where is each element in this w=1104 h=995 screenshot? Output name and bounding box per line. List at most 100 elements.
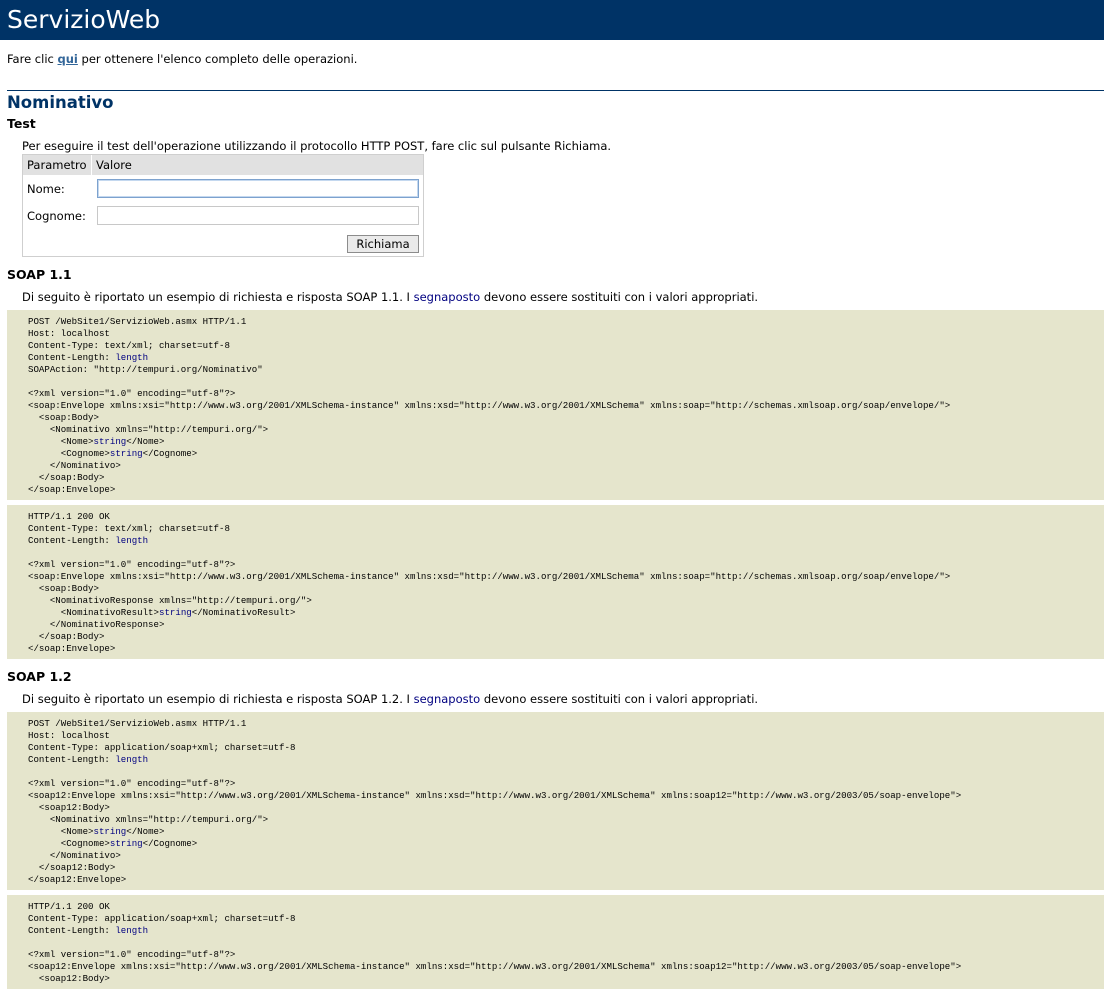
code-text: </Nome> <box>126 826 165 837</box>
test-heading: Test <box>7 116 36 131</box>
code-text: </soap:Envelope> <box>28 484 116 495</box>
code-line: <soap:Envelope xmlns:xsi="http://www.w3.… <box>28 400 950 411</box>
code-line: <soap12:Body> <box>28 802 110 813</box>
invoke-button[interactable]: Richiama <box>347 235 419 253</box>
service-title: ServizioWeb <box>7 5 161 34</box>
code-text: <soap12:Body> <box>28 973 110 984</box>
code-text: <Nome> <box>28 826 94 837</box>
code-text: Host: localhost <box>28 730 110 741</box>
soap11-heading: SOAP 1.1 <box>7 267 72 282</box>
soap11-description: Di seguito è riportato un esempio di ric… <box>22 290 759 304</box>
code-line: <Nome>string</Nome> <box>28 826 165 837</box>
code-text: Content-Type: text/xml; charset=utf-8 <box>28 523 230 534</box>
code-text: <soap:Body> <box>28 583 99 594</box>
code-line: <Cognome>string</Cognome> <box>28 838 197 849</box>
code-line: Content-Length: length <box>28 925 148 936</box>
code-text: </Nome> <box>126 436 165 447</box>
operation-title: Nominativo <box>7 93 114 112</box>
code-placeholder: string <box>109 448 143 459</box>
code-text: Content-Length: <box>28 754 116 765</box>
code-line: Content-Type: application/soap+xml; char… <box>28 913 295 924</box>
code-text: Content-Length: <box>28 352 116 363</box>
code-line: </soap:Envelope> <box>28 643 115 654</box>
code-line: <soap12:Body> <box>28 973 110 984</box>
code-line: <soap:Envelope xmlns:xsi="http://www.w3.… <box>28 571 950 582</box>
code-line: </soap:Envelope> <box>28 484 115 495</box>
operations-list-link[interactable]: qui <box>58 52 78 66</box>
code-text: <Cognome> <box>28 838 110 849</box>
code-line: </Nominativo> <box>28 460 121 471</box>
code-placeholder: length <box>115 535 149 546</box>
code-text: <?xml version="1.0" encoding="utf-8"?> <box>28 949 236 960</box>
code-line: <?xml version="1.0" encoding="utf-8"?> <box>28 949 235 960</box>
nome-label: Nome: <box>27 182 65 196</box>
code-text: <NominativoResponse xmlns="http://tempur… <box>28 595 312 606</box>
code-text: <Cognome> <box>28 448 110 459</box>
code-placeholder: string <box>158 607 192 618</box>
code-text: Content-Length: <box>28 535 116 546</box>
code-text: <soap12:Envelope xmlns:xsi="http://www.w… <box>28 790 962 801</box>
code-text: HTTP/1.1 200 OK <box>28 511 110 522</box>
code-text: <soap:Envelope xmlns:xsi="http://www.w3.… <box>28 571 951 582</box>
code-line: Content-Length: length <box>28 754 148 765</box>
code-text: </Cognome> <box>142 838 198 849</box>
code-text: <Nominativo xmlns="http://tempuri.org/"> <box>28 814 269 825</box>
code-text: <Nominativo xmlns="http://tempuri.org/"> <box>28 424 269 435</box>
placeholder-word: segnaposto <box>413 692 481 706</box>
nome-input[interactable] <box>97 179 419 198</box>
code-line: Content-Type: text/xml; charset=utf-8 <box>28 523 230 534</box>
code-line: Content-Type: application/soap+xml; char… <box>28 742 295 753</box>
code-line: <soap12:Envelope xmlns:xsi="http://www.w… <box>28 961 961 972</box>
code-line: </soap12:Body> <box>28 862 115 873</box>
intro-text: Fare clic qui per ottenere l'elenco comp… <box>7 52 358 66</box>
main-content: Fare clic qui per ottenere l'elenco comp… <box>0 40 1104 989</box>
code-line: <Nominativo xmlns="http://tempuri.org/"> <box>28 424 268 435</box>
code-line: </soap:Body> <box>28 472 105 483</box>
code-line: <Nominativo xmlns="http://tempuri.org/"> <box>28 814 268 825</box>
code-line: </Nominativo> <box>28 850 121 861</box>
code-text: Content-Type: application/soap+xml; char… <box>28 742 296 753</box>
code-text: SOAPAction: "http://tempuri.org/Nominati… <box>28 364 263 375</box>
code-text: </soap:Body> <box>28 631 105 642</box>
code-line: <NominativoResult>string</NominativoResu… <box>28 607 296 618</box>
code-text: POST /WebSite1/ServizioWeb.asmx HTTP/1.1 <box>28 316 247 327</box>
code-line: <soap:Body> <box>28 583 99 594</box>
code-placeholder: string <box>109 838 143 849</box>
soap11-request-sample: POST /WebSite1/ServizioWeb.asmx HTTP/1.1… <box>7 310 1104 500</box>
code-text: <?xml version="1.0" encoding="utf-8"?> <box>28 778 236 789</box>
code-text: Host: localhost <box>28 328 110 339</box>
code-line: SOAPAction: "http://tempuri.org/Nominati… <box>28 364 263 375</box>
code-line: Content-Length: length <box>28 535 148 546</box>
cognome-input[interactable] <box>97 206 419 225</box>
code-text: </soap12:Envelope> <box>28 874 127 885</box>
code-text: <?xml version="1.0" encoding="utf-8"?> <box>28 388 236 399</box>
code-line: <?xml version="1.0" encoding="utf-8"?> <box>28 559 235 570</box>
code-text: <soap12:Body> <box>28 802 110 813</box>
code-line: <Cognome>string</Cognome> <box>28 448 197 459</box>
placeholder-word: segnaposto <box>413 290 481 304</box>
code-line: Content-Type: text/xml; charset=utf-8 <box>28 340 230 351</box>
test-description: Per eseguire il test dell'operazione uti… <box>22 139 612 153</box>
code-text: </Nominativo> <box>28 850 121 861</box>
code-line: <?xml version="1.0" encoding="utf-8"?> <box>28 778 235 789</box>
code-placeholder: length <box>115 925 149 936</box>
code-text: Content-Type: application/soap+xml; char… <box>28 913 296 924</box>
test-form: Parametro Valore Nome: Cognome: Richiama <box>22 154 424 257</box>
code-placeholder: string <box>93 436 127 447</box>
code-text: </NominativoResult> <box>191 607 296 618</box>
soap12-request-sample: POST /WebSite1/ServizioWeb.asmx HTTP/1.1… <box>7 712 1104 890</box>
code-line: HTTP/1.1 200 OK <box>28 511 110 522</box>
code-text: <?xml version="1.0" encoding="utf-8"?> <box>28 559 236 570</box>
soap12-description: Di seguito è riportato un esempio di ric… <box>22 692 759 706</box>
code-text: <soap:Envelope xmlns:xsi="http://www.w3.… <box>28 400 951 411</box>
code-line: </soap12:Envelope> <box>28 874 126 885</box>
code-text: <soap12:Envelope xmlns:xsi="http://www.w… <box>28 961 962 972</box>
test-form-header: Parametro Valore <box>23 155 423 175</box>
code-text: Content-Type: text/xml; charset=utf-8 <box>28 340 230 351</box>
code-line: Content-Length: length <box>28 352 148 363</box>
code-text: </NominativoResponse> <box>28 619 165 630</box>
code-text: POST /WebSite1/ServizioWeb.asmx HTTP/1.1 <box>28 718 247 729</box>
code-line: Host: localhost <box>28 730 110 741</box>
code-line: POST /WebSite1/ServizioWeb.asmx HTTP/1.1 <box>28 718 246 729</box>
code-line: Host: localhost <box>28 328 110 339</box>
